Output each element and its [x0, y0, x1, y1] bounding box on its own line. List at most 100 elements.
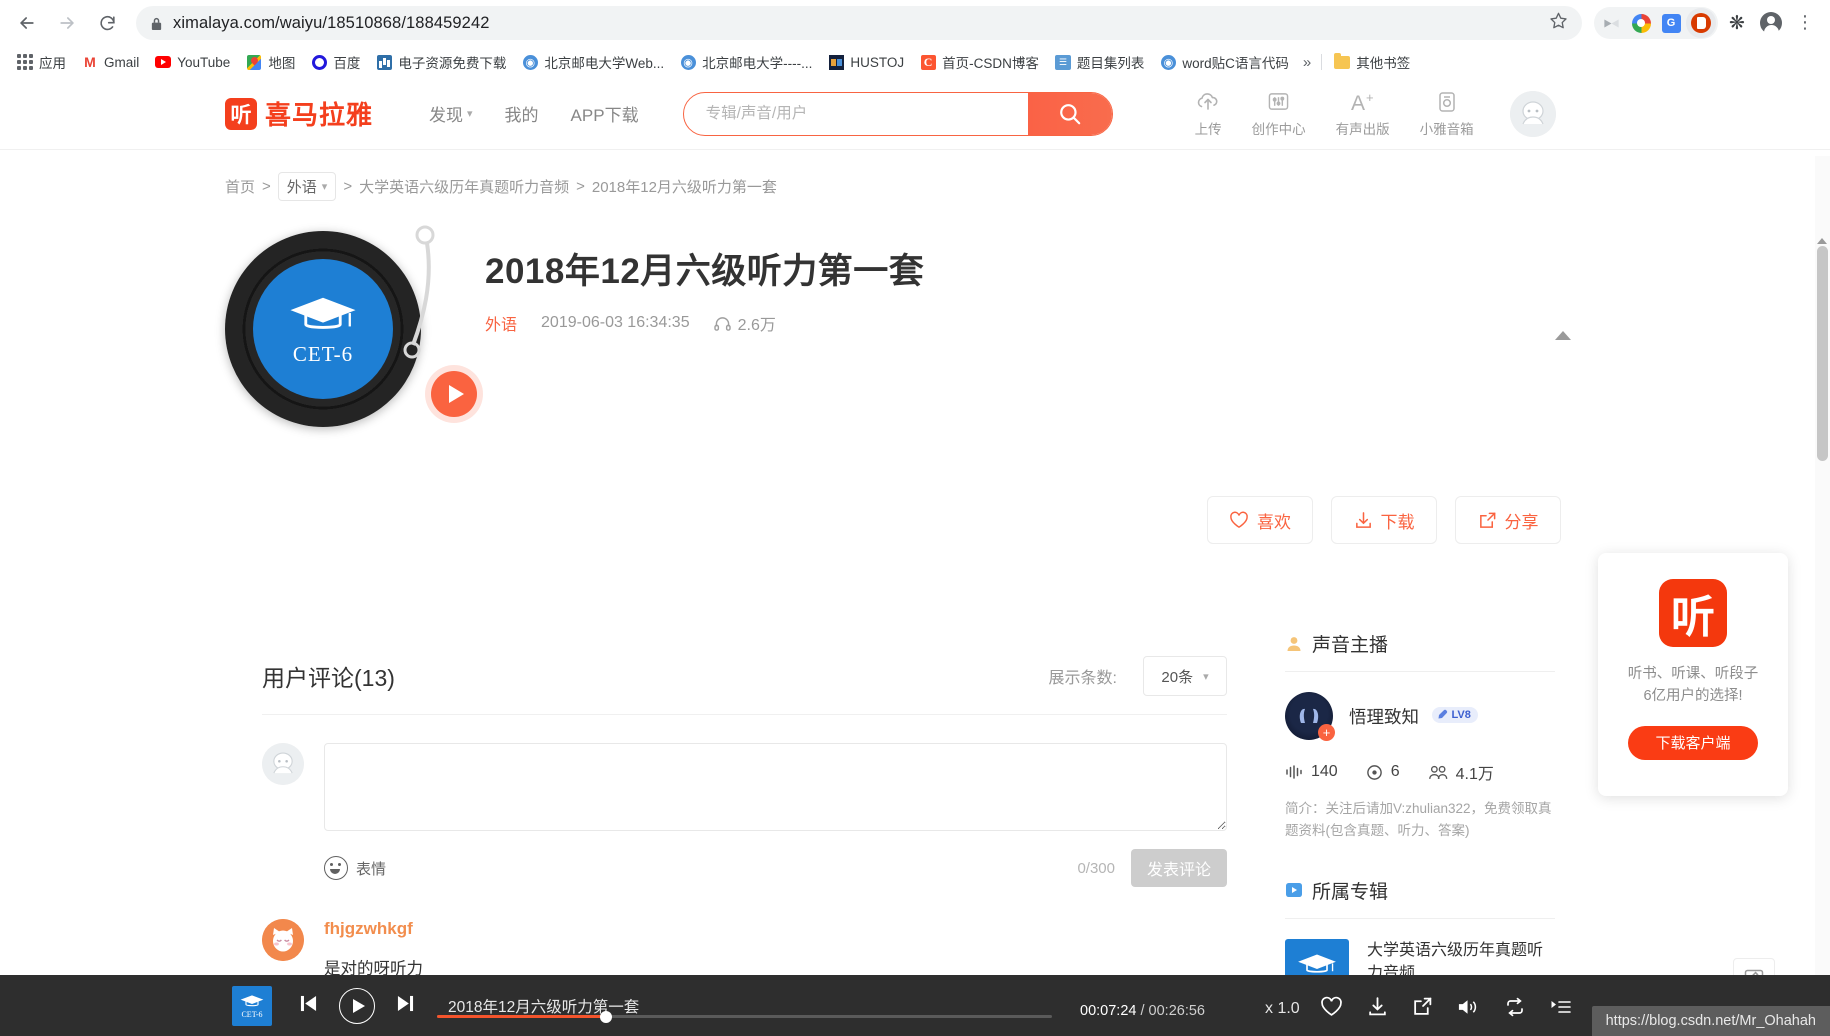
- breadcrumb-album[interactable]: 大学英语六级历年真题听力音频: [359, 176, 569, 197]
- upload-link[interactable]: 上传: [1195, 90, 1222, 138]
- creator-center-link[interactable]: 创作中心: [1252, 90, 1306, 138]
- other-bookmarks-label: 其他书签: [1356, 56, 1411, 71]
- profile-avatar-icon[interactable]: [1756, 8, 1786, 38]
- anchor-row[interactable]: + 悟理致知 LV8: [1285, 692, 1555, 741]
- search-box[interactable]: [682, 91, 1113, 136]
- download-client-button[interactable]: 下载客户端: [1628, 725, 1758, 760]
- player-like-button[interactable]: [1320, 996, 1343, 1022]
- audio-publish-link[interactable]: A + 有声出版: [1336, 90, 1390, 138]
- bookmark-label: HUSTOJ: [850, 54, 905, 70]
- anchor-avatar[interactable]: +: [1285, 692, 1335, 741]
- search-input[interactable]: [683, 92, 1028, 135]
- xiaoya-speaker-link[interactable]: 小雅音箱: [1420, 90, 1474, 138]
- svg-text:A: A: [1351, 92, 1365, 113]
- bookmark-baidu[interactable]: 百度: [303, 49, 368, 75]
- scroll-up-arrow-icon[interactable]: [1817, 238, 1827, 244]
- search-button[interactable]: [1027, 92, 1112, 135]
- page-scrollbar[interactable]: [1815, 156, 1830, 1036]
- globe-icon: ◉: [522, 54, 538, 70]
- comment-avatar[interactable]: [262, 919, 304, 961]
- bookmark-problem-list[interactable]: ☰ 题目集列表: [1047, 49, 1153, 75]
- bookmark-label: Gmail: [104, 54, 140, 70]
- share-button[interactable]: 分享: [1455, 496, 1561, 544]
- emoji-icon: [324, 856, 348, 880]
- player-cover[interactable]: CET-6: [232, 985, 272, 1026]
- previous-track-button[interactable]: [300, 994, 317, 1018]
- scrollbar-thumb[interactable]: [1817, 246, 1828, 461]
- bookmark-youtube[interactable]: YouTube: [147, 51, 238, 73]
- reload-icon[interactable]: [90, 6, 124, 40]
- logo-mark-icon: 听: [225, 97, 257, 130]
- emoji-label: 表情: [356, 860, 387, 878]
- google-translate-icon[interactable]: G: [1656, 8, 1686, 38]
- bookmark-label: 电子资源免费下载: [398, 56, 507, 71]
- next-track-button[interactable]: [397, 994, 414, 1018]
- puzzle-extensions-icon[interactable]: ❋: [1722, 8, 1752, 38]
- forward-arrow-icon[interactable]: [50, 6, 84, 40]
- address-bar[interactable]: ximalaya.com/waiyu/18510868/188459242: [136, 6, 1582, 40]
- graduation-cap-icon: [290, 297, 356, 329]
- download-icon: [1369, 997, 1386, 1016]
- app-download-card: 听 听书、听课、听段子 6亿用户的选择! 下载客户端: [1598, 553, 1788, 796]
- track-tag[interactable]: 外语: [485, 311, 517, 335]
- play-pause-button[interactable]: [339, 987, 375, 1024]
- download-button[interactable]: 下载: [1331, 496, 1437, 544]
- comment-input[interactable]: [324, 743, 1227, 831]
- csdn-icon: C: [920, 54, 936, 70]
- play-button[interactable]: [431, 371, 477, 417]
- player-progress-track[interactable]: [437, 1010, 1052, 1023]
- player-time-separator: /: [1140, 1003, 1145, 1019]
- bookmark-label: 地图: [268, 56, 296, 71]
- bookmark-apps[interactable]: 应用: [9, 49, 74, 75]
- cat-avatar-icon: [262, 919, 304, 961]
- breadcrumb-home[interactable]: 首页: [225, 176, 255, 197]
- chrome-menu-icon[interactable]: ⋮: [1790, 8, 1820, 38]
- breadcrumb-category-dropdown[interactable]: 外语 ▾: [277, 172, 337, 201]
- bookmark-gmail[interactable]: M Gmail: [74, 51, 147, 73]
- bookmark-resources[interactable]: 电子资源免费下载: [368, 49, 514, 75]
- submit-comment-button[interactable]: 发表评论: [1131, 849, 1227, 887]
- ximalaya-logo[interactable]: 听 喜马拉雅: [225, 95, 373, 132]
- logo-text: 喜马拉雅: [265, 100, 374, 130]
- per-page-select[interactable]: 20条 ▾: [1143, 656, 1227, 696]
- current-user-avatar[interactable]: [262, 743, 304, 785]
- office-extension-icon[interactable]: [1686, 8, 1716, 38]
- bookmark-bupt-web[interactable]: ◉ 北京邮电大学Web...: [514, 49, 672, 75]
- sound-wave-icon: [1286, 765, 1302, 779]
- player-icon-group: [1320, 996, 1572, 1022]
- bookmark-csdn[interactable]: C 首页-CSDN博客: [912, 49, 1047, 75]
- back-arrow-icon[interactable]: [10, 6, 44, 40]
- nav-discover[interactable]: 发现 ▾: [429, 101, 473, 126]
- vinyl-disc-icon: CET-6: [225, 231, 421, 427]
- player-progress-knob[interactable]: [600, 1010, 612, 1023]
- bookmark-word-c-code[interactable]: ◉ word贴C语言代码: [1152, 49, 1297, 75]
- comment-username[interactable]: fhjgzwhkgf: [324, 919, 423, 939]
- bookmark-star-icon[interactable]: [1549, 11, 1568, 35]
- nav-app-download[interactable]: APP下载: [571, 101, 639, 126]
- app-promo-line-2: 6亿用户的选择!: [1643, 688, 1743, 705]
- bookmark-maps[interactable]: 地图: [238, 49, 303, 75]
- pocket-extension-icon[interactable]: [1596, 8, 1626, 38]
- nav-mine[interactable]: 我的: [505, 101, 539, 126]
- like-button[interactable]: 喜欢: [1207, 496, 1313, 544]
- follow-plus-icon[interactable]: +: [1318, 724, 1335, 741]
- player-speed-button[interactable]: x 1.0: [1265, 1000, 1300, 1018]
- player-download-button[interactable]: [1367, 996, 1388, 1022]
- bookmark-bupt[interactable]: ◉ 北京邮电大学----...: [672, 49, 820, 75]
- user-avatar[interactable]: [1509, 90, 1556, 137]
- status-bar-url: https://blog.csdn.net/Mr_Ohahah: [1591, 1006, 1830, 1036]
- anchor-name[interactable]: 悟理致知: [1349, 707, 1419, 727]
- other-bookmarks-folder[interactable]: 其他书签: [1326, 49, 1418, 75]
- track-cover[interactable]: CET-6: [225, 223, 485, 438]
- bookmark-hustoj[interactable]: HUSTOJ: [820, 51, 912, 73]
- player-share-button[interactable]: [1412, 996, 1433, 1022]
- emoji-button[interactable]: 表情: [324, 856, 386, 880]
- collapse-triangle-icon[interactable]: [1555, 331, 1571, 340]
- graduation-cap-icon: [1298, 954, 1336, 973]
- player-repeat-button[interactable]: [1504, 997, 1526, 1022]
- player-playlist-button[interactable]: [1550, 997, 1572, 1022]
- browser-toolbar: ximalaya.com/waiyu/18510868/188459242 G …: [0, 0, 1830, 46]
- google-extension-icon[interactable]: [1626, 8, 1656, 38]
- bookmarks-overflow-icon[interactable]: »: [1297, 54, 1317, 71]
- player-volume-button[interactable]: [1457, 997, 1480, 1022]
